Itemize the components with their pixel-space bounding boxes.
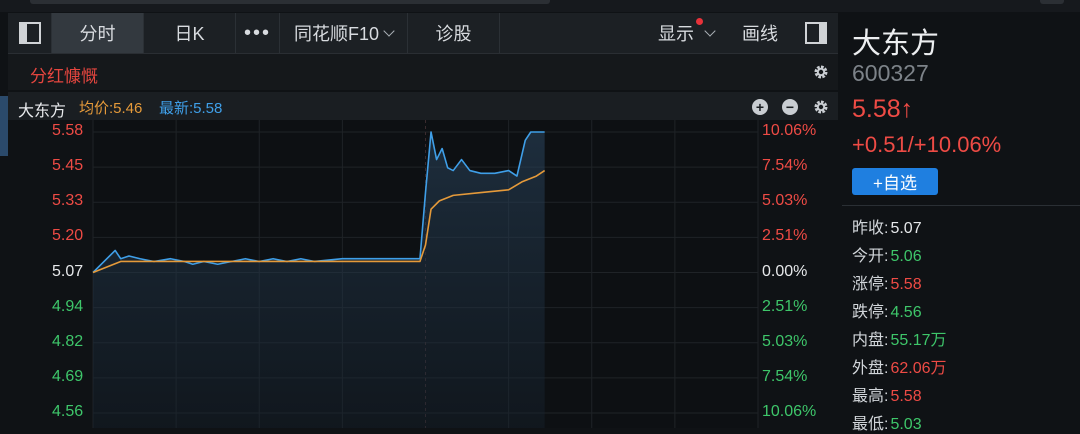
quote-row: 最低: 5.03	[852, 410, 922, 434]
y-percent-tick: 5.03%	[762, 192, 808, 210]
y-price-tick: 4.56	[52, 403, 84, 420]
more-tabs-button[interactable]: •••	[236, 13, 280, 53]
toggle-left-panel-button[interactable]	[8, 13, 52, 53]
quote-row-value: 5.07	[890, 220, 922, 237]
tab-f10-label: 同花顺F10	[293, 24, 380, 44]
y-price-tick: 5.33	[52, 192, 84, 210]
y-price-tick: 5.20	[52, 227, 84, 245]
quote-row: 跌停: 4.56	[852, 298, 922, 322]
quote-row-label: 最低:	[852, 416, 889, 433]
y-price-tick: 5.45	[52, 157, 84, 175]
y-price-tick: 4.94	[52, 297, 84, 315]
draw-line-button[interactable]: 画线	[728, 13, 792, 53]
panel-left-icon	[18, 22, 41, 44]
y-percent-tick: 10.06%	[762, 122, 817, 139]
info-subbar	[8, 54, 838, 90]
quote-row-value: 5.03	[890, 416, 922, 433]
y-percent-tick: 2.51%	[762, 297, 808, 315]
gear-icon[interactable]	[813, 99, 829, 115]
y-percent-tick: 7.54%	[762, 367, 808, 385]
y-percent-tick: 10.06%	[762, 403, 817, 420]
quote-row: 今开: 5.06	[852, 242, 922, 266]
chart-toolbar: 分时 日K ••• 同花顺F10 诊股 显示 画线	[8, 13, 838, 54]
quote-row-label: 跌停:	[852, 304, 889, 321]
tab-diagnose[interactable]: 诊股	[408, 13, 500, 53]
tab-intraday[interactable]: 分时	[52, 13, 144, 53]
y-price-tick: 4.82	[52, 332, 84, 350]
chevron-down-icon	[383, 25, 395, 37]
zoom-in-icon[interactable]: +	[752, 99, 768, 115]
zoom-out-icon[interactable]: −	[782, 99, 798, 115]
tab-f10[interactable]: 同花顺F10	[280, 13, 408, 53]
quote-row: 昨收: 5.07	[852, 214, 922, 238]
notification-dot	[696, 18, 703, 25]
dividend-tag[interactable]: 分红慷慨	[30, 62, 98, 87]
quote-row-value: 5.58	[890, 276, 922, 293]
quote-row-label: 外盘:	[852, 360, 889, 377]
y-percent-tick: 5.03%	[762, 332, 808, 350]
quote-row-label: 最高:	[852, 388, 889, 405]
quote-row-value: 55.17万	[890, 332, 947, 349]
add-watchlist-button[interactable]: +自选	[852, 168, 938, 195]
stock-name: 大东方	[852, 28, 940, 60]
quote-row: 外盘: 62.06万	[852, 354, 947, 378]
top-strip-segment	[1040, 0, 1064, 4]
quote-row-label: 昨收:	[852, 220, 889, 237]
y-percent-tick: 0.00%	[762, 262, 808, 280]
toggle-right-panel-button[interactable]	[794, 13, 838, 53]
quote-row: 涨停: 5.58	[852, 270, 922, 294]
quote-row-label: 今开:	[852, 248, 889, 265]
quote-row-value: 4.56	[890, 304, 922, 321]
tab-daily-k[interactable]: 日K	[144, 13, 236, 53]
y-percent-tick: 7.54%	[762, 157, 808, 175]
quote-row: 最高: 5.58	[852, 382, 922, 406]
display-menu-button[interactable]: 显示	[644, 13, 728, 53]
stock-code: 600327	[852, 60, 929, 86]
divider	[842, 205, 1080, 206]
legend-stock-name: 大东方	[18, 103, 67, 120]
legend-avg-price: 均价:5.46	[79, 100, 143, 117]
legend-latest-price: 最新:5.58	[159, 100, 223, 117]
y-price-tick: 4.69	[52, 367, 84, 385]
quote-row-label: 涨停:	[852, 276, 889, 293]
price-change: +0.51/+10.06%	[852, 132, 1002, 157]
top-strip-segment	[30, 0, 550, 4]
quote-row-value: 5.58	[890, 388, 922, 405]
display-menu-label: 显示	[658, 24, 694, 44]
quote-row: 内盘: 55.17万	[852, 326, 947, 350]
y-percent-tick: 2.51%	[762, 227, 808, 245]
quote-row-value: 62.06万	[890, 360, 947, 377]
chevron-down-icon	[704, 25, 716, 37]
window-top-strip	[0, 0, 1080, 12]
y-price-tick: 5.07	[52, 262, 84, 280]
quote-row-label: 内盘:	[852, 332, 889, 349]
current-price: 5.58↑	[852, 95, 914, 123]
intraday-chart[interactable]	[8, 120, 838, 428]
quote-row-value: 5.06	[890, 248, 922, 265]
left-scroll-accent	[0, 96, 8, 156]
gear-icon[interactable]	[813, 64, 829, 80]
y-price-tick: 5.58	[52, 122, 84, 139]
panel-right-icon	[805, 22, 827, 44]
